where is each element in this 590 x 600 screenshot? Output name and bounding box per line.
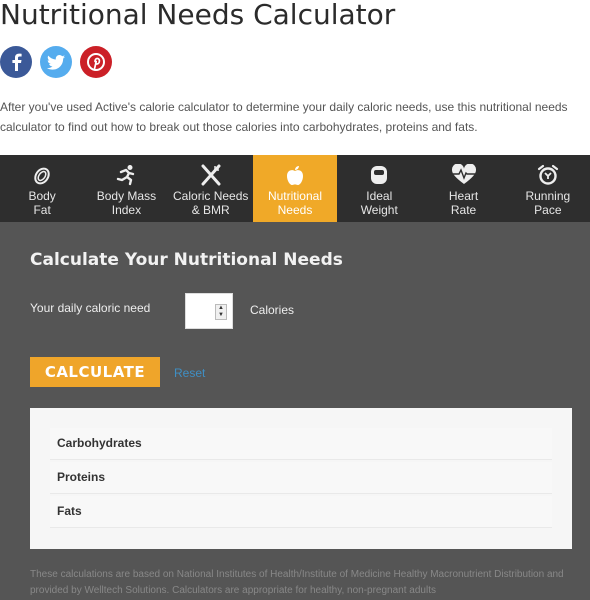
result-row-proteins: Proteins (50, 462, 552, 494)
tab-label-line1: Nutritional (267, 189, 322, 203)
calculator-heading: Calculate Your Nutritional Needs (30, 250, 343, 270)
running-person-icon (115, 164, 137, 186)
pinterest-icon (87, 53, 105, 71)
number-spinner[interactable]: ▲ ▼ (215, 304, 227, 320)
twitter-share-button[interactable] (40, 46, 72, 78)
caloric-need-label: Your daily caloric need (30, 301, 151, 315)
reset-link[interactable]: Reset (174, 366, 205, 380)
social-share-bar (0, 46, 112, 78)
tab-label-line2: Rate (450, 203, 477, 217)
result-label: Fats (57, 504, 82, 518)
tab-label-line1: Body Mass (96, 189, 157, 203)
tab-label-line1: Running (525, 189, 571, 203)
tab-label-line2: Needs (277, 203, 313, 217)
heart-rate-icon (451, 164, 477, 186)
alarm-clock-icon (537, 164, 559, 186)
scale-icon (368, 164, 390, 186)
result-row-fats: Fats (50, 496, 552, 528)
calories-unit-label: Calories (250, 303, 295, 317)
page-title: Nutritional Needs Calculator (0, 0, 396, 31)
tab-caloric-needs-bmr[interactable]: Caloric Needs & BMR (169, 155, 253, 222)
result-row-carbohydrates: Carbohydrates (50, 428, 552, 460)
result-label: Carbohydrates (57, 436, 142, 450)
spinner-down-icon[interactable]: ▼ (216, 312, 226, 319)
tab-body-mass-index[interactable]: Body Mass Index (84, 155, 168, 222)
tab-label-line2: Fat (33, 203, 51, 217)
pinterest-share-button[interactable] (80, 46, 112, 78)
body-fat-icon (31, 164, 53, 186)
result-label: Proteins (57, 470, 106, 484)
tab-ideal-weight[interactable]: Ideal Weight (337, 155, 421, 222)
tab-label-line2: Index (111, 203, 142, 217)
twitter-icon (47, 54, 65, 70)
calculator-tabs: Body Fat Body Mass Index Caloric Needs &… (0, 155, 590, 230)
disclaimer-text: These calculations are based on National… (30, 569, 564, 596)
tab-running-pace[interactable]: Running Pace (506, 155, 590, 222)
calculator-panel: Calculate Your Nutritional Needs Your da… (0, 222, 590, 600)
tab-label-line2: Pace (534, 203, 562, 217)
tab-label-line1: Caloric Needs (173, 189, 249, 203)
caloric-need-input[interactable]: ▲ ▼ (185, 293, 233, 329)
tab-nutritional-needs[interactable]: Nutritional Needs (252, 155, 338, 230)
intro-text: After you've used Active's calorie calcu… (0, 100, 568, 134)
tab-body-fat[interactable]: Body Fat (0, 155, 84, 222)
tab-heart-rate[interactable]: Heart Rate (421, 155, 505, 222)
calculate-button[interactable]: CALCULATE (30, 357, 160, 387)
fork-knife-icon (200, 164, 222, 186)
facebook-icon (12, 53, 22, 71)
apple-icon (284, 164, 306, 186)
tab-label-line1: Heart (448, 189, 479, 203)
tab-label-line2: & BMR (191, 203, 230, 217)
tab-label-line1: Ideal (366, 189, 393, 203)
tab-label-line1: Body (28, 189, 56, 203)
tab-label-line2: Weight (360, 203, 398, 217)
facebook-share-button[interactable] (0, 46, 32, 78)
spinner-up-icon[interactable]: ▲ (216, 305, 226, 312)
results-box: Carbohydrates Proteins Fats (30, 408, 572, 549)
